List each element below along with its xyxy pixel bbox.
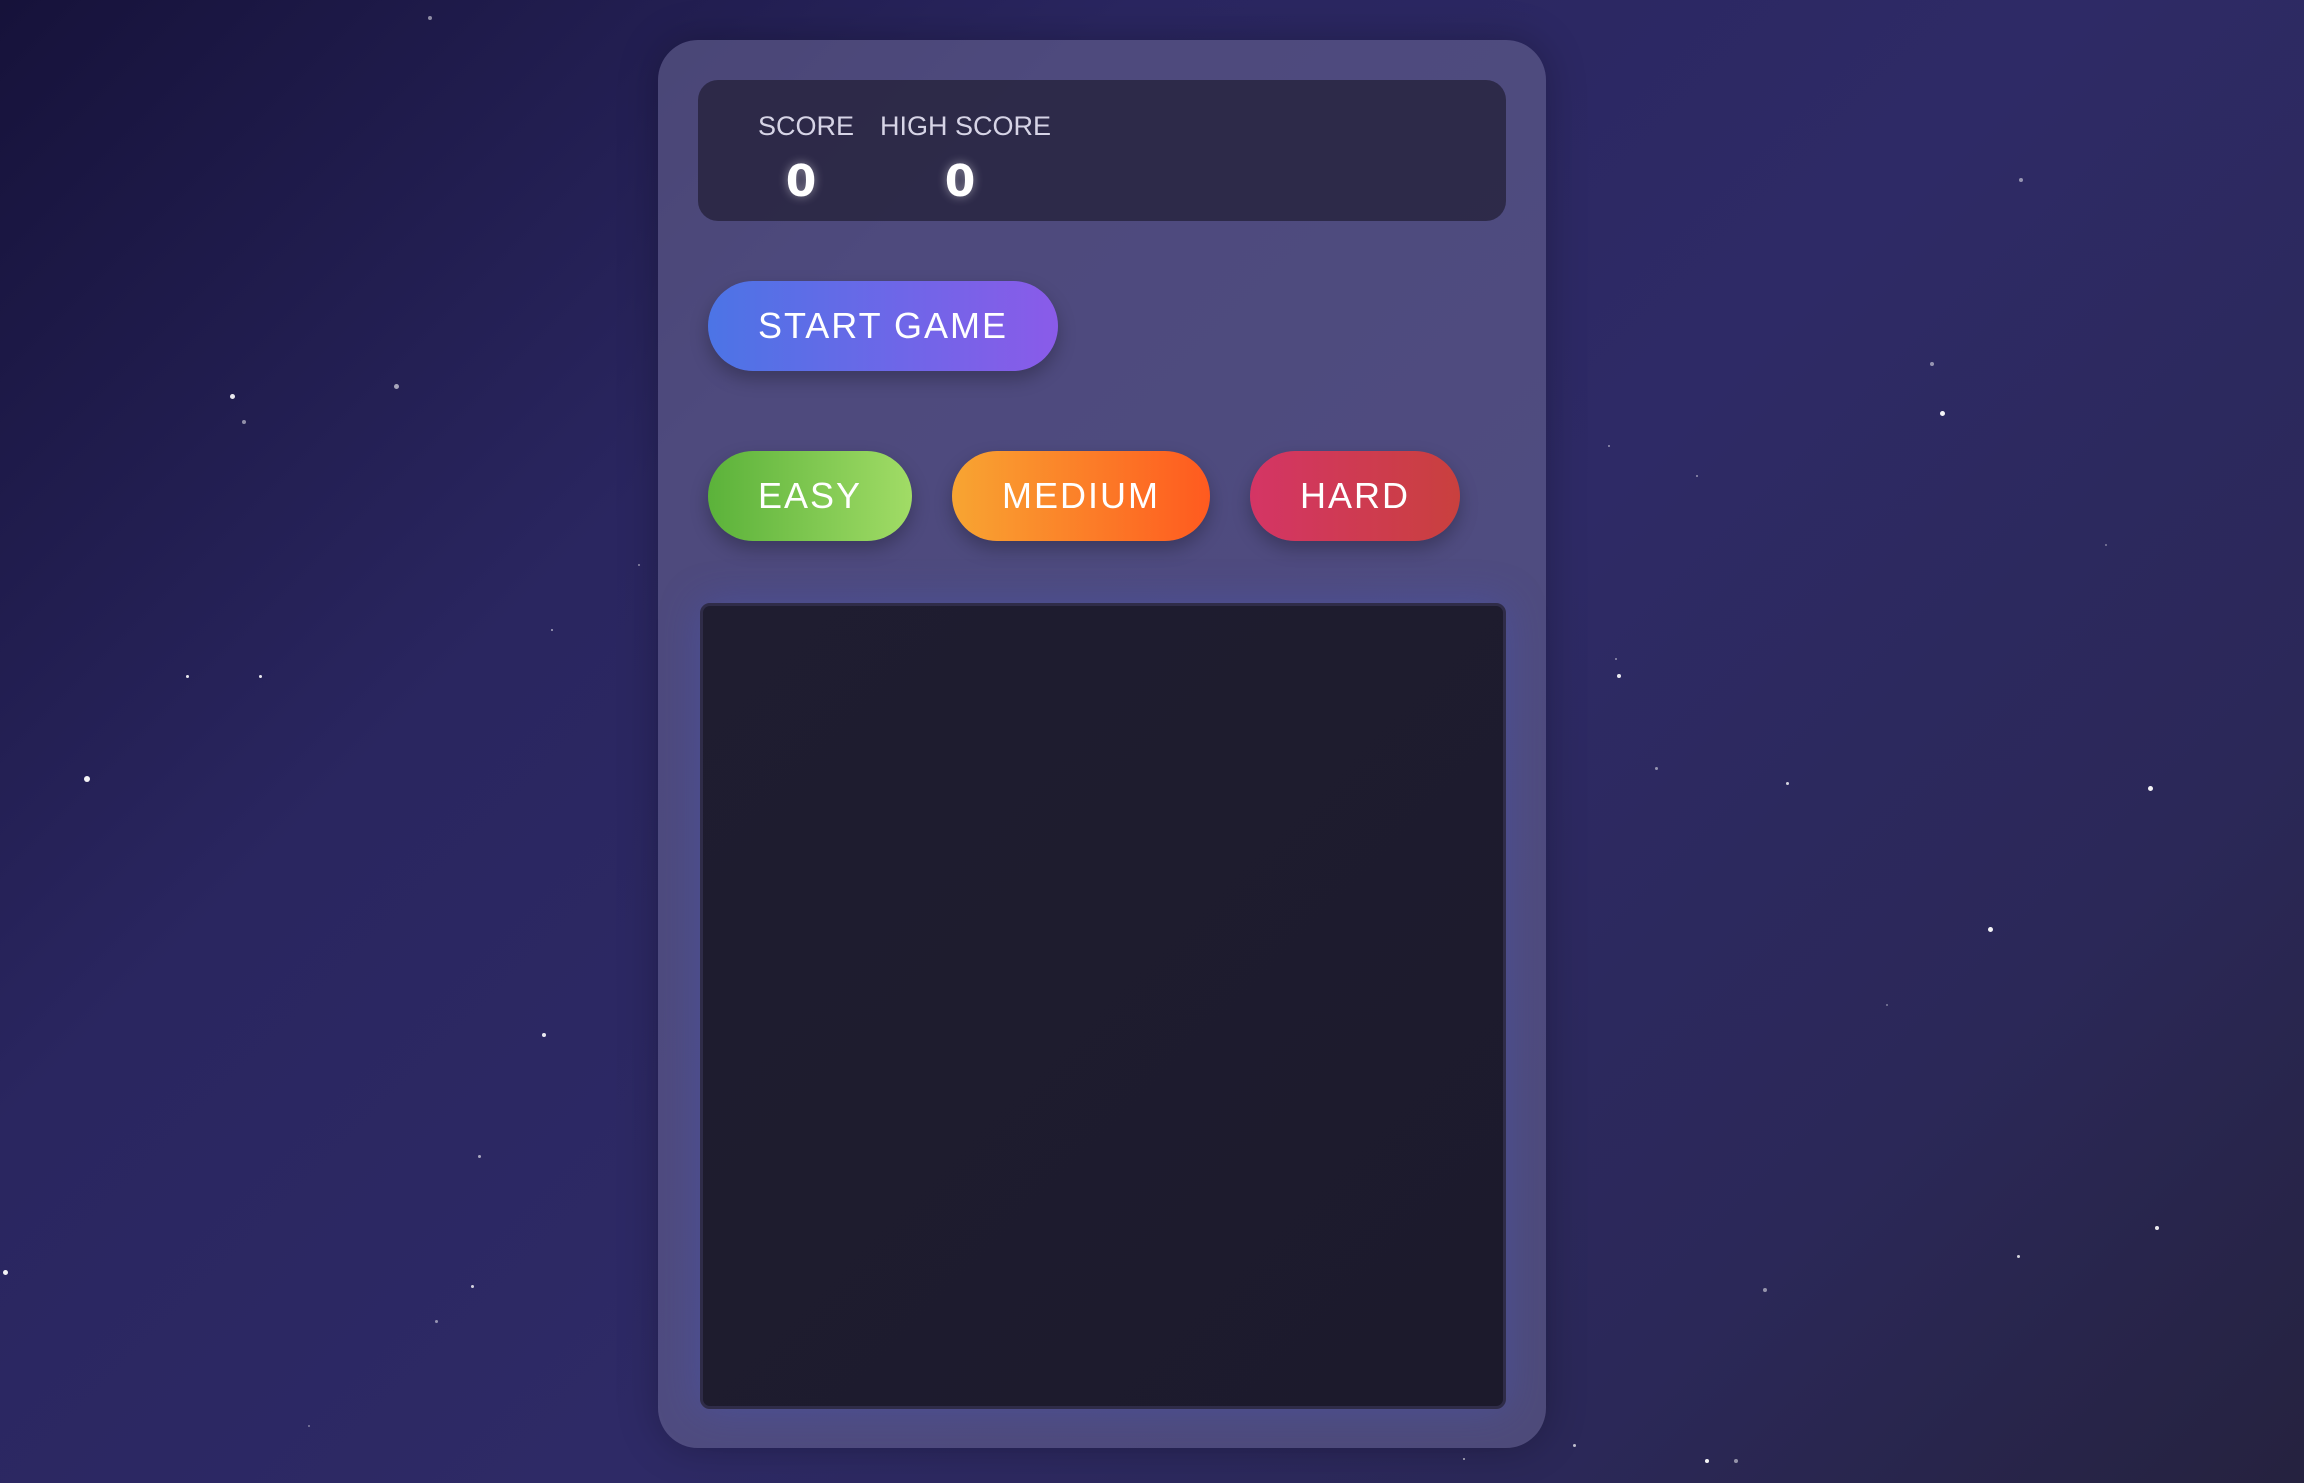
star [1763, 1288, 1767, 1292]
star [1734, 1459, 1738, 1463]
hard-difficulty-button[interactable]: HARD [1250, 451, 1460, 541]
high-score-stat: HIGH SCORE 0 [880, 110, 1052, 210]
star [1573, 1444, 1576, 1447]
star [1696, 475, 1698, 477]
star [84, 776, 90, 782]
star [2148, 786, 2153, 791]
star [1930, 362, 1934, 366]
game-board[interactable] [700, 603, 1506, 1409]
star [242, 420, 246, 424]
start-game-button[interactable]: START GAME [708, 281, 1058, 371]
star [1705, 1459, 1709, 1463]
star [542, 1033, 546, 1037]
star [428, 16, 432, 20]
star [1886, 1004, 1888, 1006]
score-stat: SCORE 0 [758, 110, 855, 210]
star [2105, 544, 2107, 546]
star [2017, 1255, 2020, 1258]
star [478, 1155, 481, 1158]
star [308, 1425, 310, 1427]
easy-difficulty-button[interactable]: EASY [708, 451, 912, 541]
star [435, 1320, 438, 1323]
high-score-label: HIGH SCORE [880, 111, 1052, 141]
high-score-value: 0 [944, 156, 976, 207]
star [1786, 782, 1789, 785]
star [230, 394, 235, 399]
game-panel: SCORE 0 HIGH SCORE 0 START GAME EASY MED… [658, 40, 1546, 1448]
star [1655, 767, 1658, 770]
star [2155, 1226, 2159, 1230]
star [1617, 674, 1621, 678]
star [1463, 1458, 1465, 1460]
star [3, 1270, 8, 1275]
star [1608, 445, 1610, 447]
scoreboard: SCORE 0 HIGH SCORE 0 [698, 80, 1506, 221]
star [2019, 178, 2023, 182]
star [394, 384, 399, 389]
star [186, 675, 189, 678]
score-value: 0 [785, 156, 817, 207]
star [259, 675, 262, 678]
star [1940, 411, 1945, 416]
star [1988, 927, 1993, 932]
star [1615, 658, 1617, 660]
star [471, 1285, 474, 1288]
star [551, 629, 553, 631]
score-label: SCORE [758, 111, 855, 141]
medium-difficulty-button[interactable]: MEDIUM [952, 451, 1210, 541]
star [638, 564, 640, 566]
